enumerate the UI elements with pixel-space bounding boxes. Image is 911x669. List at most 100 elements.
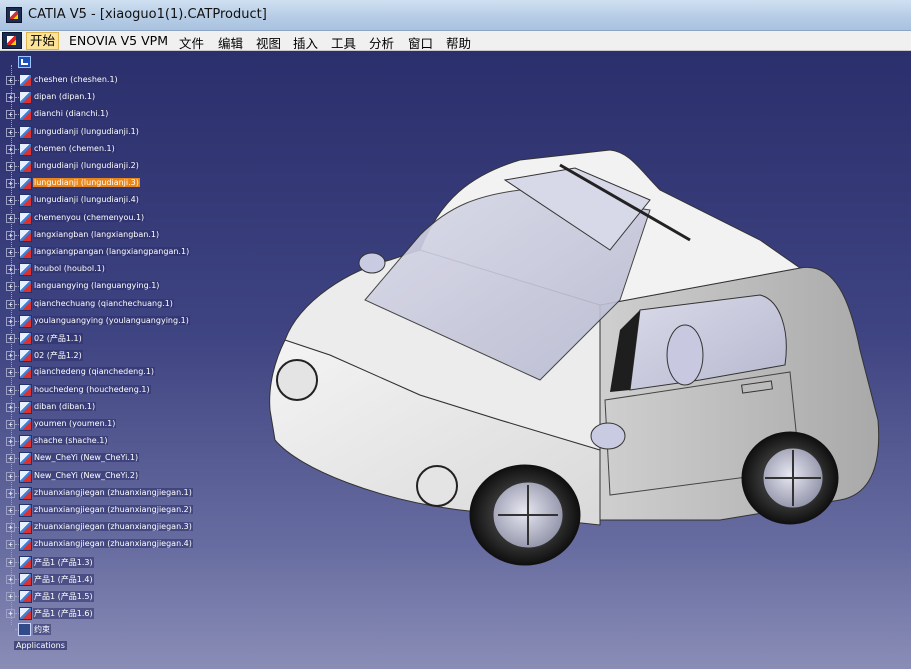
expand-icon[interactable]: +: [6, 488, 15, 498]
menu-insert[interactable]: 插入: [293, 33, 318, 52]
tree-node[interactable]: + chemen (chemen.1): [0, 142, 240, 159]
menu-edit[interactable]: 编辑: [218, 33, 243, 52]
3d-viewport[interactable]: + cheshen (cheshen.1) + dipan (dipan.1) + dia…: [0, 51, 911, 669]
tree-node[interactable]: + lungudianji (lungudianji.4): [0, 193, 240, 210]
part-icon: [19, 572, 32, 586]
tree-node[interactable]: + langxiangpangan (langxiangpangan.1): [0, 245, 240, 262]
expand-icon[interactable]: +: [6, 609, 15, 619]
car-headlight-left: [276, 359, 318, 401]
tree-node-label: chemenyou (chemenyou.1): [33, 212, 146, 222]
tree-node[interactable]: +02 (产品1.2): [0, 348, 240, 365]
tree-node[interactable]: + qianchedeng (qianchedeng.1): [0, 365, 240, 382]
expand-icon[interactable]: +: [6, 557, 15, 567]
tree-node[interactable]: + langxiangban (langxiangban.1): [0, 228, 240, 245]
tree-node[interactable]: + 产品1 (产品1.4): [0, 572, 240, 589]
menu-window[interactable]: 窗口: [408, 33, 433, 52]
tree-node[interactable]: + zhuanxiangjiegan (zhuanxiangjiegan.1): [0, 486, 240, 503]
tree-node-label: houchedeng (houchedeng.1): [33, 384, 151, 394]
tree-node[interactable]: + houbol (houbol.1): [0, 262, 240, 279]
expand-icon[interactable]: +: [6, 592, 15, 601]
tree-node[interactable]: + chemenyou (chemenyou.1): [0, 211, 240, 228]
expand-icon[interactable]: +: [6, 454, 15, 464]
menu-start[interactable]: 开始: [26, 32, 60, 50]
tree-node-label: qianchedeng (qianchedeng.1): [33, 367, 156, 377]
title-bar: CATIA V5 - [xiaoguo1(1).CATProduct]: [0, 0, 911, 31]
expand-icon[interactable]: +: [6, 351, 15, 361]
part-icon: [19, 211, 32, 225]
expand-icon[interactable]: +: [6, 368, 15, 378]
menu-tools[interactable]: 工具: [331, 33, 356, 52]
expand-icon[interactable]: +: [6, 213, 15, 223]
tree-node[interactable]: + New_CheYi (New_CheYi.2): [0, 469, 240, 486]
tree-node-label: 约束: [33, 624, 51, 635]
expand-icon[interactable]: +: [6, 334, 15, 343]
expand-icon[interactable]: +: [6, 574, 15, 584]
expand-icon[interactable]: +: [6, 76, 15, 85]
expand-icon[interactable]: +: [6, 230, 15, 240]
tree-node-label: 02 (产品1.1): [33, 333, 83, 344]
tree-node[interactable]: + 产品1 (产品1.5): [0, 589, 240, 606]
expand-icon[interactable]: +: [6, 93, 15, 103]
tree-node-label: zhuanxiangjiegan (zhuanxiangjiegan.2): [33, 505, 193, 514]
tree-node[interactable]: + cheshen (cheshen.1): [0, 73, 240, 90]
expand-icon[interactable]: +: [6, 248, 15, 257]
tree-node[interactable]: + shache (shache.1): [0, 434, 240, 451]
expand-icon[interactable]: +: [6, 162, 15, 171]
tree-node[interactable]: + houchedeng (houchedeng.1): [0, 383, 240, 400]
expand-icon[interactable]: +: [6, 127, 15, 137]
part-icon: [19, 383, 32, 397]
tree-node[interactable]: + dipan (dipan.1): [0, 90, 240, 107]
tree-node[interactable]: + dianchi (dianchi.1): [0, 107, 240, 124]
tree-node[interactable]: + 产品1 (产品1.3): [0, 555, 240, 572]
menu-analysis[interactable]: 分析: [369, 33, 394, 52]
expand-icon[interactable]: +: [6, 196, 15, 206]
tree-node-label: 产品1 (产品1.3): [33, 556, 94, 568]
tree-node-constraints[interactable]: 约束: [0, 622, 120, 639]
tree-node[interactable]: +02 (产品1.1): [0, 331, 240, 348]
expand-icon[interactable]: +: [6, 402, 15, 412]
tree-node[interactable]: + zhuanxiangjiegan (zhuanxiangjiegan.2): [0, 503, 240, 520]
catia-app-icon[interactable]: [6, 7, 22, 23]
menu-enovia[interactable]: ENOVIA V5 VPM: [69, 33, 168, 48]
tree-node[interactable]: + zhuanxiangjiegan (zhuanxiangjiegan.4): [0, 537, 240, 554]
expand-icon[interactable]: +: [6, 540, 15, 550]
tree-node[interactable]: + New_CheYi (New_CheYi.1): [0, 451, 240, 468]
specification-tree[interactable]: + cheshen (cheshen.1) + dipan (dipan.1) + dia…: [0, 51, 260, 669]
tree-node[interactable]: + qianchechuang (qianchechuang.1): [0, 297, 240, 314]
part-icon: [19, 74, 32, 87]
car-mirror-right: [590, 422, 626, 450]
menu-help[interactable]: 帮助: [446, 33, 471, 52]
expand-icon[interactable]: +: [6, 144, 15, 154]
expand-icon[interactable]: +: [6, 420, 15, 429]
expand-icon[interactable]: +: [6, 110, 15, 120]
expand-icon[interactable]: +: [6, 506, 15, 515]
catia-logo-icon[interactable]: [2, 32, 22, 49]
tree-node-applications[interactable]: Applications: [14, 641, 67, 650]
tree-node[interactable]: + 产品1 (产品1.6): [0, 606, 240, 623]
part-icon: [19, 452, 32, 466]
expand-icon[interactable]: +: [6, 385, 15, 395]
tree-node[interactable]: + languangying (languangying.1): [0, 279, 240, 296]
menu-file[interactable]: 文件: [179, 33, 204, 52]
part-icon: [19, 607, 32, 621]
tree-node[interactable]: + zhuanxiangjiegan (zhuanxiangjiegan.3): [0, 520, 240, 537]
expand-icon[interactable]: +: [6, 282, 15, 292]
expand-icon[interactable]: +: [6, 179, 15, 189]
tree-node-label: zhuanxiangjiegan (zhuanxiangjiegan.4): [33, 539, 193, 549]
part-icon: [19, 263, 32, 277]
expand-icon[interactable]: +: [6, 471, 15, 481]
expand-icon[interactable]: +: [6, 437, 15, 447]
tree-node[interactable]: + diban (diban.1): [0, 400, 240, 417]
product-root-icon[interactable]: [18, 56, 31, 68]
tree-node[interactable]: + youlanguangying (youlanguangying.1): [0, 314, 240, 331]
tree-node[interactable]: + lungudianji (lungudianji.3): [0, 176, 240, 193]
part-icon: [19, 142, 32, 156]
expand-icon[interactable]: +: [6, 265, 15, 275]
tree-node[interactable]: + youmen (youmen.1): [0, 417, 240, 434]
menu-view[interactable]: 视图: [256, 33, 281, 52]
expand-icon[interactable]: +: [6, 523, 15, 533]
expand-icon[interactable]: +: [6, 299, 15, 309]
tree-node[interactable]: + lungudianji (lungudianji.1): [0, 125, 240, 142]
tree-node[interactable]: + lungudianji (lungudianji.2): [0, 159, 240, 176]
expand-icon[interactable]: +: [6, 316, 15, 326]
